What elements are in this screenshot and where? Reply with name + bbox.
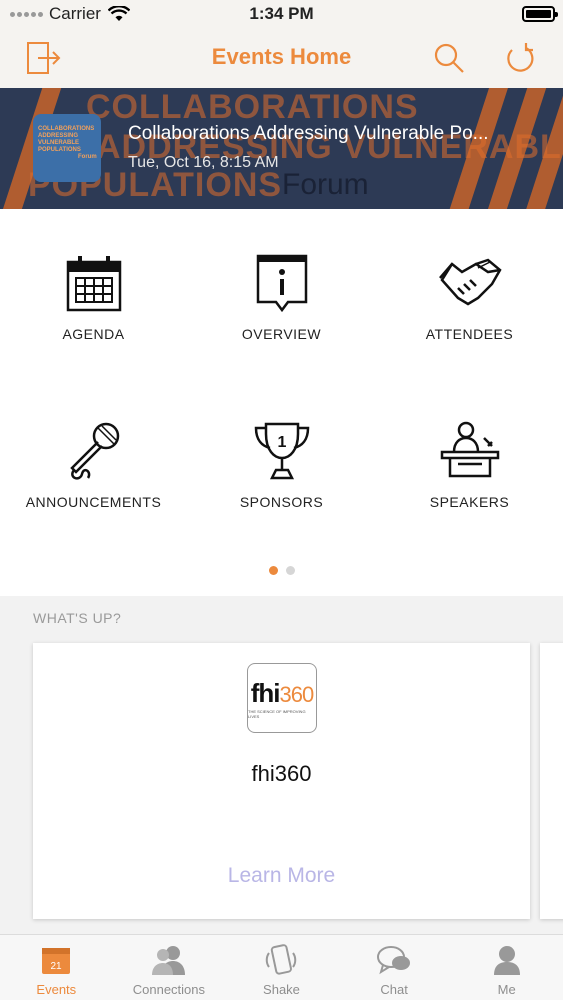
tab-label-shake: Shake (263, 982, 300, 997)
tab-bar: 21 Events Connections Shake Chat Me (0, 934, 563, 1000)
sponsor-name: fhi360 (251, 761, 312, 786)
menu-label-sponsors: SPONSORS (239, 494, 324, 510)
trophy-icon: 1 (254, 422, 309, 480)
tab-chat[interactable]: Chat (338, 935, 451, 1000)
page-dot-1[interactable] (268, 566, 278, 575)
menu-item-overview[interactable]: OVERVIEW (188, 252, 375, 372)
calendar-icon: 21 (42, 948, 71, 974)
chat-icon (377, 946, 411, 975)
search-icon (434, 43, 464, 73)
tab-label-chat: Chat (380, 982, 408, 997)
menu-label-attendees: ATTENDEES (425, 326, 514, 342)
banner-forum: Forum (282, 168, 369, 201)
page-dot-2[interactable] (285, 566, 295, 575)
whats-up-heading: WHAT'S UP? (33, 610, 122, 626)
tab-label-me: Me (497, 982, 516, 997)
menu-item-attendees[interactable]: ATTENDEES (376, 252, 563, 372)
status-time: 1:34 PM (249, 4, 314, 23)
tab-connections[interactable]: Connections (113, 935, 226, 1000)
tab-me[interactable]: Me (450, 935, 563, 1000)
tab-shake[interactable]: Shake (225, 935, 338, 1000)
event-thumbnail[interactable]: COLLABORATIONS ADDRESSING VULNERABLE POP… (33, 114, 101, 182)
whats-up-section: WHAT'S UP? fhi360 THE SCIENCE OF IMPROVI… (0, 596, 563, 934)
svg-text:1: 1 (277, 434, 286, 451)
podium-icon (440, 421, 499, 478)
refresh-button[interactable] (500, 38, 540, 78)
nav-bar: Events Home (0, 30, 563, 88)
people-icon (151, 946, 185, 975)
calendar-icon (66, 256, 121, 312)
events-badge: 21 (51, 961, 63, 972)
menu-label-agenda: AGENDA (62, 326, 125, 342)
event-title[interactable]: Collaborations Addressing Vulnerable Po.… (128, 123, 548, 145)
page-indicator[interactable] (0, 566, 563, 575)
battery-icon (522, 6, 558, 22)
event-date: Tue, Oct 16, 8:15 AM (128, 154, 279, 171)
tab-label-events: Events (36, 982, 77, 997)
sponsor-logo: fhi360 THE SCIENCE OF IMPROVING LIVES (247, 663, 317, 733)
learn-more-link[interactable]: Learn More (33, 864, 530, 888)
info-icon (256, 254, 307, 313)
next-card-peek[interactable] (540, 643, 563, 919)
sponsor-card[interactable]: fhi360 THE SCIENCE OF IMPROVING LIVES fh… (33, 643, 530, 919)
menu-item-agenda[interactable]: AGENDA (0, 252, 187, 372)
tab-label-connections: Connections (132, 982, 206, 997)
menu-label-speakers: SPEAKERS (429, 494, 510, 510)
search-button[interactable] (429, 38, 469, 78)
thumbnail-text: COLLABORATIONS ADDRESSING VULNERABLE POP… (38, 126, 97, 160)
banner-line-1: COLLABORATIONS (86, 88, 419, 126)
handshake-icon (438, 258, 502, 306)
menu-item-sponsors[interactable]: 1 SPONSORS (188, 420, 375, 540)
phone-shake-icon (266, 944, 297, 975)
microphone-icon (69, 422, 119, 480)
menu-item-announcements[interactable]: ANNOUNCEMENTS (0, 420, 187, 540)
status-bar: Carrier 1:34 PM (0, 0, 563, 30)
menu-label-announcements: ANNOUNCEMENTS (25, 494, 162, 510)
person-icon (493, 946, 520, 975)
refresh-icon (507, 43, 534, 72)
menu-label-overview: OVERVIEW (241, 326, 322, 342)
menu-item-speakers[interactable]: SPEAKERS (376, 420, 563, 540)
page-title: Events Home (211, 44, 352, 69)
tab-events[interactable]: 21 Events (0, 935, 113, 1000)
